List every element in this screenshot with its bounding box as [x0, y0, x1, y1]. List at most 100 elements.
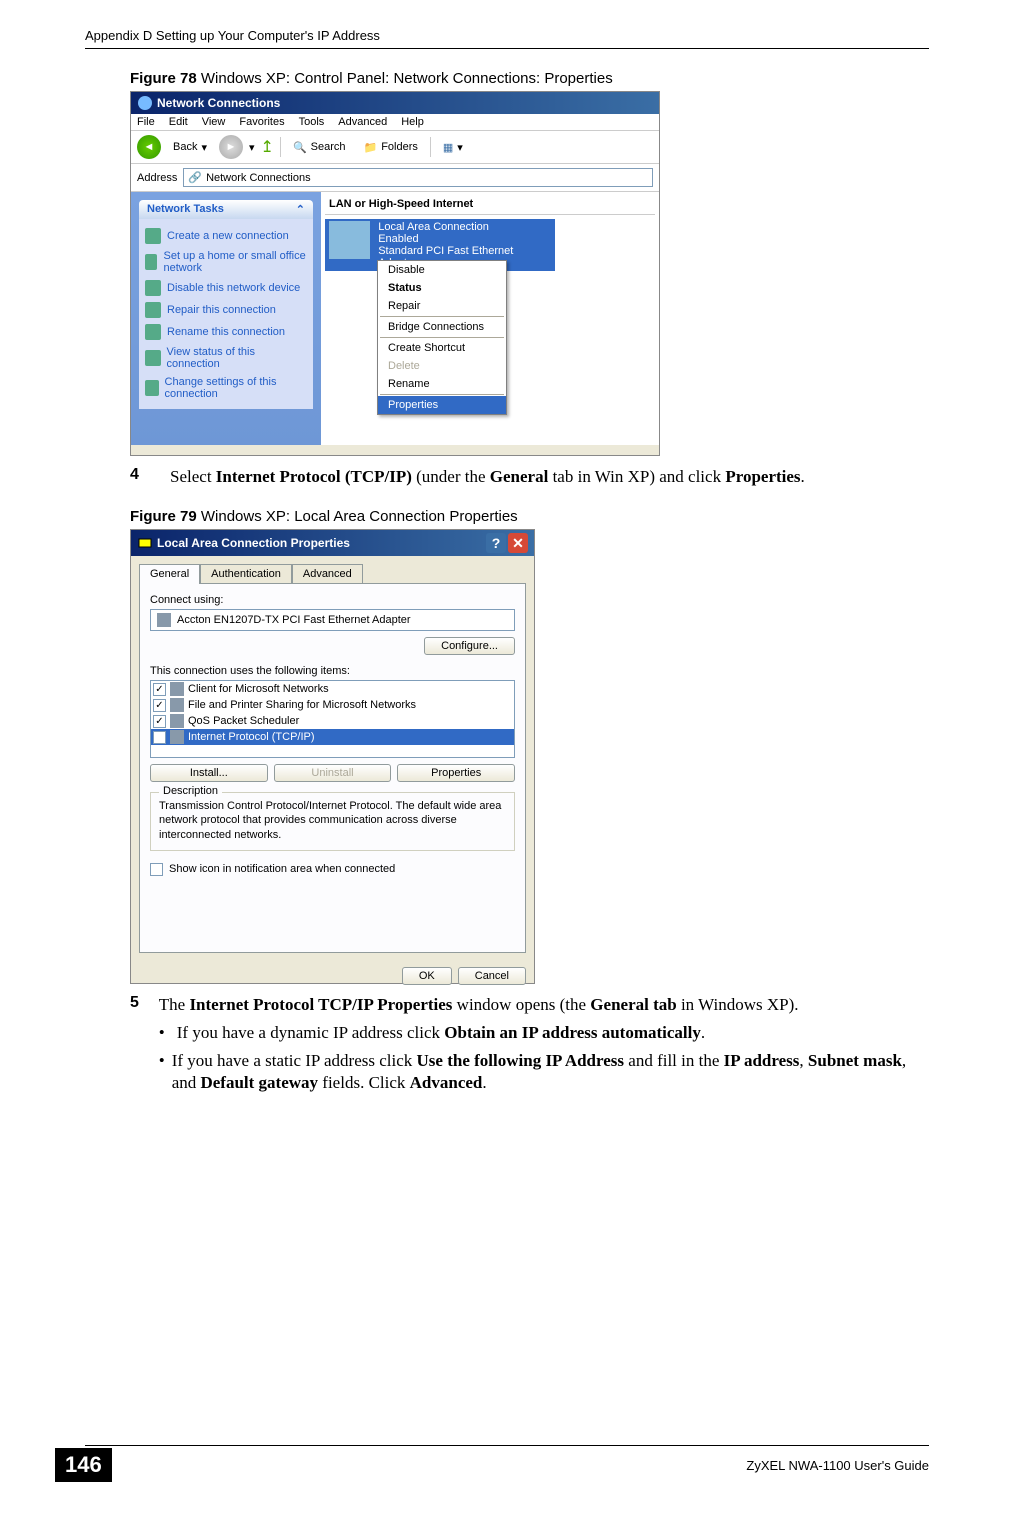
step-5-body: The Internet Protocol TCP/IP Properties …: [159, 994, 929, 1100]
help-button[interactable]: ?: [486, 533, 506, 553]
dialog-icon: [137, 535, 153, 551]
dialog-title: Local Area Connection Properties: [157, 536, 350, 550]
list-item-file-printer[interactable]: ✓File and Printer Sharing for Microsoft …: [151, 697, 514, 713]
install-button[interactable]: Install...: [150, 764, 268, 782]
ctx-shortcut[interactable]: Create Shortcut: [378, 339, 506, 357]
footer-separator: [85, 1445, 929, 1446]
addressbar: Address 🔗 Network Connections: [131, 164, 659, 192]
menubar: File Edit View Favorites Tools Advanced …: [131, 114, 659, 130]
disable-icon: [145, 280, 161, 296]
bullet-icon: •: [159, 1050, 172, 1094]
bullet-static-ip: • If you have a static IP address click …: [159, 1050, 929, 1094]
folders-button[interactable]: 📁 Folders: [358, 139, 424, 156]
task-setup-network[interactable]: Set up a home or small office network: [145, 247, 307, 277]
components-list[interactable]: ✓Client for Microsoft Networks ✓File and…: [150, 680, 515, 758]
task-change-settings[interactable]: Change settings of this connection: [145, 373, 307, 403]
lan-section-header: LAN or High-Speed Internet: [325, 196, 655, 215]
figure-79-caption: Figure 79 Windows XP: Local Area Connect…: [130, 508, 929, 525]
checkbox-icon[interactable]: ✓: [153, 683, 166, 696]
connection-status: Enabled: [378, 233, 551, 245]
checkbox-icon[interactable]: ✓: [153, 699, 166, 712]
views-button[interactable]: ▦▾: [437, 139, 469, 156]
tab-authentication[interactable]: Authentication: [200, 564, 292, 583]
tab-advanced[interactable]: Advanced: [292, 564, 363, 583]
ctx-delete: Delete: [378, 357, 506, 375]
menu-favorites[interactable]: Favorites: [239, 116, 284, 128]
main-pane: LAN or High-Speed Internet Local Area Co…: [321, 192, 659, 445]
step-5: 5 The Internet Protocol TCP/IP Propertie…: [130, 994, 929, 1100]
menu-file[interactable]: File: [137, 116, 155, 128]
window-title: Network Connections: [157, 96, 280, 110]
rename-icon: [145, 324, 161, 340]
page-content: Figure 78 Windows XP: Control Panel: Net…: [130, 70, 929, 1120]
lac-properties-dialog: Local Area Connection Properties ? ✕ Gen…: [130, 529, 535, 984]
adapter-field: Accton EN1207D-TX PCI Fast Ethernet Adap…: [150, 609, 515, 631]
checkbox-icon[interactable]: ✓: [153, 715, 166, 728]
show-icon-checkbox[interactable]: [150, 863, 163, 876]
forward-icon[interactable]: ►: [219, 135, 243, 159]
search-icon: 🔍: [293, 141, 307, 154]
dialog-titlebar: Local Area Connection Properties ? ✕: [131, 530, 534, 556]
menu-tools[interactable]: Tools: [299, 116, 325, 128]
header-separator: [85, 48, 929, 49]
ctx-disable[interactable]: Disable: [378, 261, 506, 279]
list-item-qos[interactable]: ✓QoS Packet Scheduler: [151, 713, 514, 729]
connection-icon: [329, 221, 370, 259]
tab-content: Connect using: Accton EN1207D-TX PCI Fas…: [139, 583, 526, 953]
up-icon[interactable]: ↥: [261, 137, 274, 157]
address-label: Address: [137, 172, 177, 184]
step-4-text: Select Internet Protocol (TCP/IP) (under…: [170, 466, 805, 488]
menu-advanced[interactable]: Advanced: [338, 116, 387, 128]
home-icon: [145, 254, 157, 270]
task-view-status[interactable]: View status of this connection: [145, 343, 307, 373]
adapter-icon: [157, 613, 171, 627]
properties-button[interactable]: Properties: [397, 764, 515, 782]
items-label: This connection uses the following items…: [150, 665, 515, 677]
task-repair[interactable]: Repair this connection: [145, 299, 307, 321]
step-5-number: 5: [130, 994, 159, 1100]
footer-guide: ZyXEL NWA-1100 User's Guide: [746, 1458, 929, 1473]
close-button[interactable]: ✕: [508, 533, 528, 553]
figure-78-caption-text: Windows XP: Control Panel: Network Conne…: [197, 70, 613, 87]
figure-79-caption-text: Windows XP: Local Area Connection Proper…: [197, 508, 518, 525]
show-icon-label: Show icon in notification area when conn…: [169, 863, 395, 875]
ctx-separator-1: [380, 316, 504, 317]
create-icon: [145, 228, 161, 244]
ctx-rename[interactable]: Rename: [378, 375, 506, 393]
ctx-repair[interactable]: Repair: [378, 297, 506, 315]
ctx-status[interactable]: Status: [378, 279, 506, 297]
configure-row: Configure...: [150, 637, 515, 655]
list-item-tcpip[interactable]: ✓Internet Protocol (TCP/IP): [151, 729, 514, 745]
ctx-properties[interactable]: Properties: [378, 396, 506, 414]
back-icon[interactable]: ◄: [137, 135, 161, 159]
running-header: Appendix D Setting up Your Computer's IP…: [85, 28, 380, 43]
folders-icon: 📁: [364, 141, 378, 154]
network-tasks-header[interactable]: Network Tasks ⌃: [139, 200, 313, 219]
step-5-text: The Internet Protocol TCP/IP Properties …: [159, 994, 929, 1016]
tasks-panel: Create a new connection Set up a home or…: [139, 219, 313, 409]
collapse-icon[interactable]: ⌃: [296, 203, 305, 216]
tab-general[interactable]: General: [139, 564, 200, 584]
page-footer: 146 ZyXEL NWA-1100 User's Guide: [55, 1448, 929, 1482]
list-item-client[interactable]: ✓Client for Microsoft Networks: [151, 681, 514, 697]
window-icon: [137, 95, 153, 111]
ok-button[interactable]: OK: [402, 967, 452, 985]
task-disable-device[interactable]: Disable this network device: [145, 277, 307, 299]
menu-view[interactable]: View: [202, 116, 226, 128]
ctx-bridge[interactable]: Bridge Connections: [378, 318, 506, 336]
connection-name: Local Area Connection: [378, 221, 551, 233]
task-create-connection[interactable]: Create a new connection: [145, 225, 307, 247]
task-rename[interactable]: Rename this connection: [145, 321, 307, 343]
checkbox-icon[interactable]: ✓: [153, 731, 166, 744]
configure-button[interactable]: Configure...: [424, 637, 515, 655]
menu-edit[interactable]: Edit: [169, 116, 188, 128]
search-button[interactable]: 🔍 Search: [287, 139, 352, 156]
menu-help[interactable]: Help: [401, 116, 424, 128]
back-button[interactable]: Back ▾: [167, 139, 213, 156]
repair-icon: [145, 302, 161, 318]
context-menu: Disable Status Repair Bridge Connections…: [377, 260, 507, 415]
show-icon-row[interactable]: Show icon in notification area when conn…: [150, 863, 515, 876]
address-input[interactable]: 🔗 Network Connections: [183, 168, 653, 187]
ctx-separator-3: [380, 394, 504, 395]
cancel-button[interactable]: Cancel: [458, 967, 526, 985]
